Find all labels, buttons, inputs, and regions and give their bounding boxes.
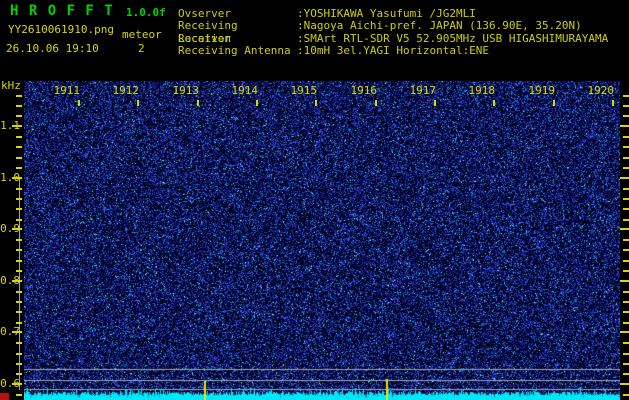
freq-minor-tick-right xyxy=(623,353,629,355)
info-row: Receiver :SMArt RTL-SDR V5 52.905MHz USB … xyxy=(178,32,608,45)
info-label: Receiver xyxy=(178,31,231,45)
freq-minor-tick-right xyxy=(623,260,629,262)
freq-minor-tick-left xyxy=(16,342,22,344)
time-tick xyxy=(553,100,555,106)
freq-major-tick-right xyxy=(620,383,629,385)
time-tick-label: 1915 xyxy=(290,84,318,97)
freq-minor-tick-right xyxy=(623,301,629,303)
time-tick xyxy=(78,100,80,106)
freq-major-tick-right xyxy=(620,228,629,230)
freq-minor-tick-left xyxy=(16,157,22,159)
time-tick-label: 1911 xyxy=(53,84,81,97)
freq-minor-tick-right xyxy=(623,95,629,97)
freq-minor-tick-right xyxy=(623,322,629,324)
freq-minor-tick-left xyxy=(16,373,22,375)
freq-tick-label: 1.0 xyxy=(0,171,20,184)
freq-tick-label: 0.7 xyxy=(0,325,20,338)
freq-minor-tick-left xyxy=(16,260,22,262)
freq-minor-tick-right xyxy=(623,105,629,107)
freq-tick-label: 1.1 xyxy=(0,119,20,132)
time-tick xyxy=(137,100,139,106)
freq-minor-tick-left xyxy=(16,188,22,190)
time-tick xyxy=(612,100,614,106)
freq-minor-tick-left xyxy=(16,291,22,293)
freq-minor-tick-left xyxy=(16,105,22,107)
freq-minor-tick-left xyxy=(16,208,22,210)
freq-minor-tick-right xyxy=(623,219,629,221)
time-tick xyxy=(493,100,495,106)
freq-minor-tick-left xyxy=(16,219,22,221)
freq-minor-tick-right xyxy=(623,311,629,313)
freq-axis-unit-label: kHz xyxy=(1,79,21,92)
observation-mode: meteor xyxy=(122,28,162,41)
freq-minor-tick-left xyxy=(16,198,22,200)
freq-minor-tick-right xyxy=(623,270,629,272)
time-tick-label: 1914 xyxy=(231,84,259,97)
freq-minor-tick-right xyxy=(623,146,629,148)
freq-major-tick-right xyxy=(620,331,629,333)
time-tick xyxy=(375,100,377,106)
freq-tick-label: 0.9 xyxy=(0,222,20,235)
time-tick-label: 1919 xyxy=(528,84,556,97)
info-value: :YOSHIKAWA Yasufumi /JG2MLI xyxy=(297,7,476,20)
time-tick-label: 1916 xyxy=(350,84,378,97)
freq-minor-tick-right xyxy=(623,239,629,241)
meteor-count: 2 xyxy=(138,42,145,55)
info-label: Receiving Antenna xyxy=(178,43,291,57)
level-marker-red-block xyxy=(0,393,9,400)
output-filename: YY2610061910.png xyxy=(8,23,114,36)
freq-minor-tick-left xyxy=(16,270,22,272)
freq-minor-tick-left xyxy=(16,363,22,365)
freq-minor-tick-right xyxy=(623,249,629,251)
freq-minor-tick-left xyxy=(16,353,22,355)
time-tick xyxy=(197,100,199,106)
time-tick-label: 1913 xyxy=(172,84,200,97)
freq-minor-tick-right xyxy=(623,188,629,190)
freq-minor-tick-left xyxy=(16,136,22,138)
freq-tick-label: 0.6 xyxy=(0,377,20,390)
freq-minor-tick-left xyxy=(16,394,22,396)
info-value: :SMArt RTL-SDR V5 52.905MHz USB HIGASHIM… xyxy=(297,31,609,45)
info-row: Ovserver :YOSHIKAWA Yasufumi /JG2MLI xyxy=(178,7,476,20)
freq-minor-tick-left xyxy=(16,311,22,313)
freq-tick-label: 0.8 xyxy=(0,274,20,287)
time-tick-label: 1917 xyxy=(409,84,437,97)
freq-minor-tick-left xyxy=(16,115,22,117)
freq-minor-tick-right xyxy=(623,342,629,344)
info-value: :10mH 3el.YAGI Horizontal:ENE xyxy=(297,43,490,57)
freq-major-tick-right xyxy=(620,125,629,127)
freq-minor-tick-right xyxy=(623,291,629,293)
time-tick xyxy=(256,100,258,106)
hrofft-window: { "header": { "app_title": "H R O F F T"… xyxy=(0,0,629,400)
freq-minor-tick-right xyxy=(623,167,629,169)
freq-minor-tick-left xyxy=(16,301,22,303)
freq-minor-tick-right xyxy=(623,198,629,200)
freq-minor-tick-right xyxy=(623,363,629,365)
freq-minor-tick-right xyxy=(623,115,629,117)
freq-minor-tick-right xyxy=(623,394,629,396)
spectrogram-canvas xyxy=(24,81,620,400)
observation-datetime: 26.10.06 19:10 xyxy=(6,42,99,55)
freq-major-tick-right xyxy=(620,177,629,179)
freq-minor-tick-left xyxy=(16,322,22,324)
time-tick-label: 1920 xyxy=(587,84,615,97)
info-label: Ovserver xyxy=(178,7,231,20)
info-row: Receiving Antenna :10mH 3el.YAGI Horizont… xyxy=(178,44,489,57)
freq-minor-tick-right xyxy=(623,373,629,375)
freq-minor-tick-left xyxy=(16,95,22,97)
app-title: H R O F F T xyxy=(10,3,114,19)
freq-minor-tick-right xyxy=(623,157,629,159)
time-tick-label: 1912 xyxy=(112,84,140,97)
freq-minor-tick-left xyxy=(16,146,22,148)
freq-minor-tick-left xyxy=(16,249,22,251)
freq-minor-tick-left xyxy=(16,239,22,241)
time-tick-label: 1918 xyxy=(468,84,496,97)
freq-minor-tick-right xyxy=(623,136,629,138)
app-version: 1.0.0f xyxy=(126,6,166,19)
freq-minor-tick-left xyxy=(16,167,22,169)
time-tick xyxy=(315,100,317,106)
time-tick xyxy=(434,100,436,106)
freq-major-tick-right xyxy=(620,280,629,282)
freq-minor-tick-right xyxy=(623,208,629,210)
